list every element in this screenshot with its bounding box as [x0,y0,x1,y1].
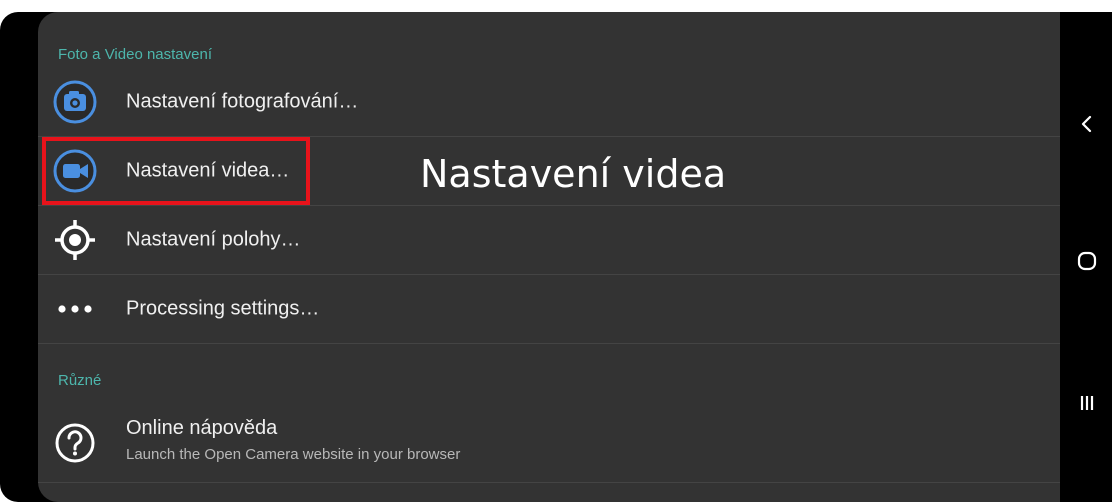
online-help-item[interactable]: Online nápověda Launch the Open Camera w… [38,403,1060,483]
category-misc: Různé [58,372,102,389]
photo-settings-label: Nastavení fotografování… [126,90,359,113]
back-icon[interactable] [1076,113,1098,135]
settings-screen: Foto a Video nastavení Nastavení fotogra… [38,12,1060,502]
recents-icon[interactable] [1076,392,1098,414]
photo-settings-item[interactable]: Nastavení fotografování… [38,68,1060,137]
location-settings-label: Nastavení polohy… [126,228,301,251]
navigation-bar [1060,12,1112,502]
help-icon [55,423,95,462]
processing-settings-item[interactable]: Processing settings… [38,275,1060,344]
online-help-title: Online nápověda [126,417,278,439]
more-dots-icon [58,305,92,313]
processing-settings-label: Processing settings… [126,297,320,320]
category-photo-video: Foto a Video nastavení [58,46,212,63]
home-icon[interactable] [1076,250,1098,272]
online-help-summary: Launch the Open Camera website in your b… [126,446,461,463]
location-target-icon [55,220,95,260]
location-settings-item[interactable]: Nastavení polohy… [38,206,1060,275]
highlight-box [42,137,310,205]
camera-icon [53,80,97,124]
annotation-caption: Nastavení videa [420,152,727,196]
phone-device: Foto a Video nastavení Nastavení fotogra… [0,12,1112,502]
